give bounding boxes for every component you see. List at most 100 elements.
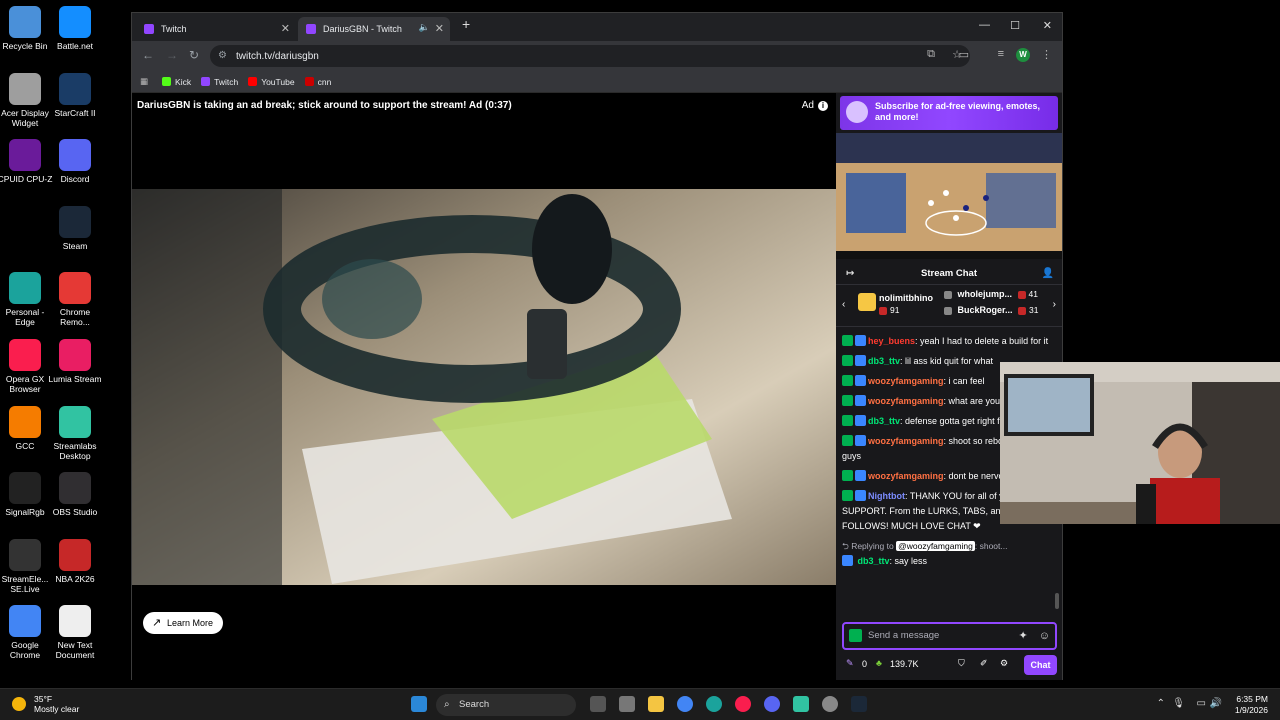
audio-playing-icon[interactable]: 🔈 bbox=[419, 22, 430, 33]
desktop-icon[interactable]: NBA 2K26 bbox=[46, 539, 104, 584]
chrome-icon[interactable] bbox=[677, 696, 693, 712]
leaderboard: ‹ nolimitbhino 91 wholejump... 41 BuckRo… bbox=[836, 287, 1062, 327]
bookmark-item[interactable]: YouTube bbox=[248, 77, 295, 87]
collapse-chat-icon[interactable]: ↦ bbox=[846, 267, 854, 281]
community-icon[interactable]: 👤 bbox=[1042, 263, 1054, 285]
emote-picker-icon[interactable]: ☺ bbox=[1039, 630, 1050, 642]
bits-icon[interactable]: ✦ bbox=[1018, 630, 1027, 642]
chat-username[interactable]: db3_ttv bbox=[868, 356, 900, 366]
desktop-icon[interactable]: Streamlabs Desktop bbox=[46, 406, 104, 461]
chat-username[interactable]: db3_ttv bbox=[868, 416, 900, 426]
streamlabs-icon[interactable] bbox=[793, 696, 809, 712]
mini-player[interactable] bbox=[836, 133, 1062, 259]
site-info-icon[interactable]: ⚙ bbox=[218, 50, 227, 61]
desktop-icon[interactable]: Steam bbox=[46, 206, 104, 251]
taskbar: 35°F Mostly clear ⌕ Search ⌃ 🎙 ▭ 🔊 6:35 … bbox=[0, 688, 1280, 720]
subscriber-badge-icon bbox=[855, 470, 866, 481]
widgets-icon[interactable] bbox=[619, 696, 635, 712]
back-icon[interactable]: ← bbox=[142, 48, 154, 62]
tab-dariusgbn[interactable]: DariusGBN - Twitch 🔈 ✕ bbox=[298, 17, 450, 41]
leaderboard-prev-icon[interactable]: ‹ bbox=[842, 299, 845, 310]
chat-username[interactable]: hey_buens bbox=[868, 336, 915, 346]
chat-scrollbar[interactable] bbox=[1055, 593, 1059, 609]
leaderboard-count: 31 bbox=[1029, 305, 1039, 315]
menu-icon[interactable]: ⋮ bbox=[1041, 48, 1052, 61]
desktop-icon[interactable]: Battle.net bbox=[46, 6, 104, 51]
desktop-icon[interactable]: Chrome Remo... bbox=[46, 272, 104, 327]
bookmark-item[interactable]: cnn bbox=[304, 77, 331, 87]
chrome-icon bbox=[9, 605, 41, 637]
opera-gx-icon[interactable] bbox=[735, 696, 751, 712]
desktop-icon[interactable]: New Text Document bbox=[46, 605, 104, 660]
forward-icon[interactable]: → bbox=[166, 48, 178, 62]
chat-username[interactable]: db3_ttv bbox=[858, 556, 890, 566]
channel-points-icon[interactable]: ♣ bbox=[876, 658, 882, 668]
address-bar[interactable]: ⚙ twitch.tv/dariusgbn ☆ bbox=[210, 45, 970, 67]
reply-mention[interactable]: @woozyfamgaming bbox=[896, 541, 975, 551]
steam-icon[interactable] bbox=[851, 696, 867, 712]
chat-username[interactable]: Nightbot bbox=[868, 491, 905, 501]
bits-badge-icon bbox=[879, 306, 887, 315]
tray-overflow-icon[interactable]: ⌃ bbox=[1157, 698, 1165, 709]
lumia-icon[interactable] bbox=[822, 696, 838, 712]
twitch-icon bbox=[144, 24, 154, 34]
desktop-icon[interactable]: OBS Studio bbox=[46, 472, 104, 517]
new-tab-icon[interactable]: + bbox=[462, 16, 470, 32]
bookmark-item[interactable]: Twitch bbox=[201, 77, 238, 87]
close-tab-icon[interactable]: ✕ bbox=[281, 22, 290, 35]
extensions-icon[interactable]: ⧉ bbox=[927, 48, 935, 61]
external-link-icon: ↗ bbox=[152, 617, 162, 629]
subscribe-banner[interactable]: Subscribe for ad-free viewing, emotes, a… bbox=[840, 96, 1058, 130]
webcam-overlay bbox=[1000, 362, 1280, 524]
cpuz-icon bbox=[9, 139, 41, 171]
learn-more-button[interactable]: ↗ Learn More bbox=[143, 612, 224, 634]
task-view-icon[interactable] bbox=[590, 696, 606, 712]
chat-send-button[interactable]: Chat bbox=[1024, 655, 1057, 675]
shield-icon[interactable]: ⛉ bbox=[958, 658, 965, 669]
desktop-icon[interactable]: StarCraft II bbox=[46, 73, 104, 118]
clock[interactable]: 6:35 PM 1/9/2026 bbox=[1235, 694, 1268, 716]
chat-input[interactable]: Send a message ✦ ☺ bbox=[842, 622, 1057, 650]
close-tab-icon[interactable]: ✕ bbox=[435, 22, 444, 35]
profile-avatar[interactable]: W bbox=[1016, 48, 1030, 62]
microphone-icon[interactable]: 🎙 bbox=[1172, 698, 1185, 709]
tab-twitch[interactable]: Twitch ✕ bbox=[136, 17, 296, 41]
network-icon[interactable]: ▭ bbox=[1197, 698, 1206, 709]
chat-message[interactable]: hey_buens: yeah I had to delete a build … bbox=[842, 334, 1052, 349]
close-window-icon[interactable]: ✕ bbox=[1043, 19, 1052, 32]
volume-icon[interactable]: 🔊 bbox=[1210, 698, 1222, 709]
basketball-game-image bbox=[836, 133, 1062, 259]
desktop-icon[interactable]: Discord bbox=[46, 139, 104, 184]
chat-username[interactable]: woozyfamgaming bbox=[868, 471, 944, 481]
discord-icon[interactable] bbox=[764, 696, 780, 712]
taskbar-search[interactable]: ⌕ Search bbox=[436, 694, 576, 716]
hype-icon[interactable]: ✎ bbox=[846, 658, 854, 669]
reload-icon[interactable]: ↻ bbox=[189, 48, 199, 62]
chat-username[interactable]: woozyfamgaming bbox=[868, 436, 944, 446]
bookmark-item[interactable]: Kick bbox=[162, 77, 191, 87]
maximize-icon[interactable]: ☐ bbox=[1010, 19, 1020, 32]
pencil-icon[interactable]: ✐ bbox=[980, 658, 988, 669]
info-icon[interactable]: i bbox=[818, 100, 828, 111]
minimize-icon[interactable]: — bbox=[979, 19, 990, 31]
leaderboard-entry[interactable]: nolimitbhino 91 bbox=[858, 293, 933, 315]
weather-widget[interactable]: 35°F Mostly clear bbox=[12, 694, 79, 714]
cast-icon[interactable]: ▭ bbox=[959, 48, 969, 61]
file-explorer-icon[interactable] bbox=[648, 696, 664, 712]
video-player[interactable]: DariusGBN is taking an ad break; stick a… bbox=[132, 93, 836, 680]
start-icon[interactable] bbox=[411, 696, 427, 712]
edge-icon[interactable] bbox=[706, 696, 722, 712]
leaderboard-next-icon[interactable]: › bbox=[1053, 299, 1056, 310]
settings-icon[interactable]: ⚙ bbox=[1000, 658, 1008, 669]
desktop-icon[interactable]: Lumia Stream bbox=[46, 339, 104, 384]
ad-video-frame bbox=[132, 189, 836, 585]
signalrgb-icon bbox=[9, 472, 41, 504]
reading-list-icon[interactable]: ≡ bbox=[998, 48, 1004, 60]
leaderboard-entry[interactable]: wholejump... 41 bbox=[944, 289, 1038, 299]
reply-message[interactable]: ⮌ Replying to @woozyfamgaming: shoot... … bbox=[842, 539, 1052, 569]
chat-username[interactable]: woozyfamgaming bbox=[868, 396, 944, 406]
apps-grid-icon[interactable]: ▦ bbox=[140, 76, 148, 87]
leaderboard-entry[interactable]: BuckRoger... 31 bbox=[944, 305, 1039, 315]
subscriber-badge-icon bbox=[855, 375, 866, 386]
chat-username[interactable]: woozyfamgaming bbox=[868, 376, 944, 386]
